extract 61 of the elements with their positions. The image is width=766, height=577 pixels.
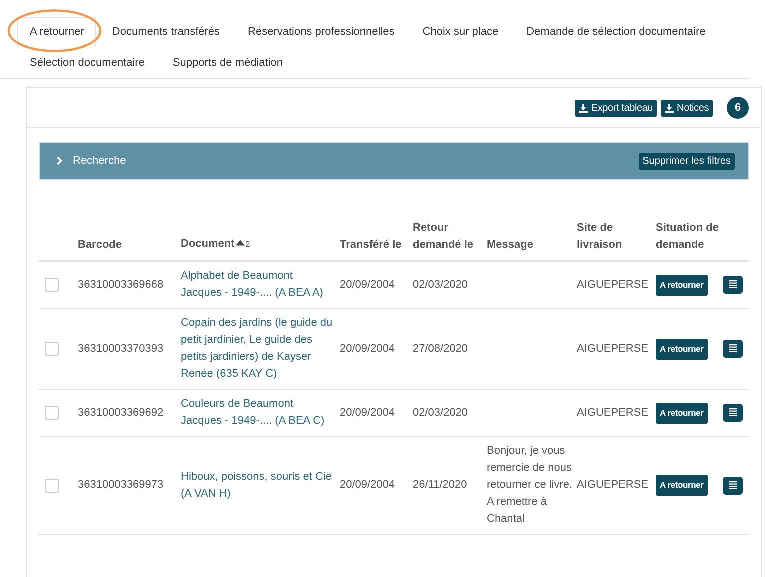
table-cell: AIGUEPERSE <box>577 479 649 491</box>
list-icon-button[interactable] <box>723 476 743 494</box>
table-cell: 20/09/2004 <box>340 406 396 418</box>
search-panel-title: Recherche <box>73 155 128 167</box>
column-header[interactable]: Document 2 <box>181 236 250 253</box>
clear-filters-button[interactable]: Supprimer les filtres <box>638 152 735 170</box>
table-cell: 36310003370393 <box>78 342 164 354</box>
list-icon-button[interactable] <box>723 340 743 358</box>
row-checkbox[interactable] <box>45 278 59 292</box>
column-header[interactable]: Situation de demande <box>656 220 719 253</box>
list-icon <box>728 280 738 289</box>
search-panel[interactable]: Recherche Supprimer les filtres <box>39 142 749 180</box>
list-icon-button[interactable] <box>723 276 743 294</box>
tab[interactable]: Sélection documentaire <box>17 48 157 78</box>
row-checkbox[interactable] <box>45 342 59 356</box>
table-cell: 36310003369668 <box>78 278 164 290</box>
column-header[interactable]: Barcode <box>78 236 122 253</box>
table-cell: 27/08/2020 <box>413 342 468 354</box>
column-header[interactable]: Site de livraison <box>577 220 652 253</box>
list-icon <box>728 480 738 490</box>
column-header[interactable]: Transféré le <box>340 236 402 253</box>
tab[interactable]: Réservations professionnelles <box>235 17 407 47</box>
row-checkbox[interactable] <box>45 478 59 492</box>
status-badge: A retourner <box>656 338 708 360</box>
download-button[interactable]: Export tableau <box>575 100 658 116</box>
tab[interactable]: Choix sur place <box>410 17 511 47</box>
chevron-icon <box>56 156 63 166</box>
document-link[interactable]: Couleurs de Beaumont Jacques - 1949-.... (A BEA C) <box>181 396 336 430</box>
status-badge: A retourner <box>656 402 708 424</box>
list-icon-button[interactable] <box>723 404 743 422</box>
document-link[interactable]: Copain des jardins (le guide du petit jardinier, Le guide des petits jardiniers) de Kayser Renée (635 KAY C) <box>181 315 336 383</box>
table-cell: 26/11/2020 <box>413 479 468 491</box>
document-link[interactable]: Hiboux, poissons, souris et Cie (A VAN H) <box>181 468 336 502</box>
table-cell: 20/09/2004 <box>340 479 396 491</box>
table-cell: 36310003369973 <box>78 479 164 491</box>
table-cell: 20/09/2004 <box>340 278 396 290</box>
table-cell: AIGUEPERSE <box>577 406 649 418</box>
tab[interactable]: A retourner <box>17 17 96 47</box>
tab[interactable]: Demande de sélection documentaire <box>514 17 718 47</box>
document-link[interactable]: Alphabet de Beaumont Jacques - 1949-.... (A BEA A) <box>181 268 336 302</box>
download-icon <box>579 104 588 112</box>
table-cell: 36310003369692 <box>78 406 164 418</box>
list-icon <box>728 408 738 417</box>
table-cell: 20/09/2004 <box>340 342 396 354</box>
table-cell-text: Bonjour, je vous remercie de nous retourner ce livre. A remettre à Chantal <box>487 444 573 527</box>
status-badge: A retourner <box>656 475 708 496</box>
tab[interactable]: Documents transférés <box>99 17 232 47</box>
sort-ascending-icon <box>236 240 245 246</box>
list-icon <box>728 344 738 353</box>
row-checkbox[interactable] <box>45 406 59 420</box>
column-header[interactable]: Retour demandé le <box>413 220 483 253</box>
tab[interactable]: Supports de médiation <box>160 48 296 78</box>
download-button[interactable]: Notices <box>661 100 713 116</box>
download-icon <box>665 104 674 112</box>
status-badge: A retourner <box>656 274 708 296</box>
table-cell: 02/03/2020 <box>413 278 468 290</box>
column-header[interactable]: Message <box>487 236 534 253</box>
count-badge: 6 <box>727 97 749 119</box>
table-cell: 02/03/2020 <box>413 406 468 418</box>
table-cell: AIGUEPERSE <box>577 278 649 290</box>
table-cell: AIGUEPERSE <box>577 342 649 354</box>
